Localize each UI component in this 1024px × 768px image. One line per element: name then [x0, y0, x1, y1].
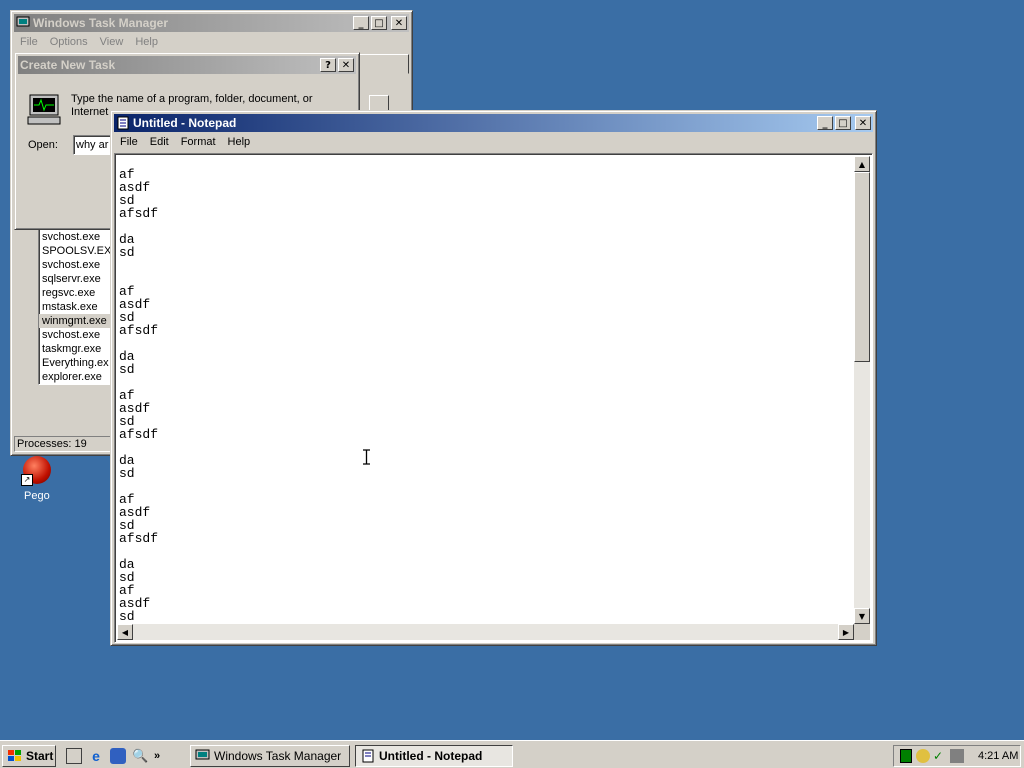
task-manager-taskbar-icon — [195, 749, 211, 763]
search-icon[interactable]: 🔍 — [132, 748, 148, 764]
close-button[interactable]: ✕ — [391, 16, 407, 30]
task-manager-icon — [16, 16, 30, 30]
menu-help[interactable]: Help — [222, 136, 257, 148]
list-item[interactable]: svchost.exe — [39, 258, 112, 272]
taskbar-button-task-manager[interactable]: Windows Task Manager — [190, 745, 350, 767]
process-count: Processes: 19 — [17, 438, 87, 450]
start-label: Start — [26, 749, 54, 763]
outlook-icon[interactable] — [110, 748, 126, 764]
volume-icon[interactable] — [950, 749, 964, 763]
notepad-close-button[interactable]: ✕ — [855, 116, 871, 130]
list-item[interactable]: explorer.exe — [39, 370, 112, 384]
notepad-title: Untitled - Notepad — [133, 116, 237, 130]
open-label: Open: — [28, 139, 58, 151]
list-item[interactable]: svchost.exe — [39, 230, 112, 244]
taskbar-button-label: Windows Task Manager — [214, 749, 342, 763]
task-manager-title: Windows Task Manager — [33, 16, 169, 30]
horizontal-scrollbar[interactable]: ◀ ▶ — [117, 624, 854, 640]
scroll-up-button[interactable]: ▲ — [854, 156, 870, 172]
task-manager-titlebar[interactable]: Windows Task Manager _ □ ✕ — [14, 14, 409, 32]
desktop-icon-pego[interactable]: ↗ Pego — [14, 454, 60, 504]
open-input-value: why ar — [76, 139, 109, 151]
list-item[interactable]: Everything.ex — [39, 356, 112, 370]
scroll-left-button[interactable]: ◀ — [117, 624, 133, 640]
create-task-titlebar[interactable]: Create New Task ? ✕ — [18, 56, 356, 74]
process-list[interactable]: svchost.exe SPOOLSV.EXE svchost.exe sqls… — [38, 227, 119, 385]
help-button[interactable]: ? — [320, 58, 336, 72]
list-item[interactable]: taskmgr.exe — [39, 342, 112, 356]
desktop-icon-label: Pego — [24, 490, 50, 502]
create-task-title: Create New Task — [20, 58, 116, 72]
windows-logo-icon — [7, 749, 23, 763]
menu-view[interactable]: View — [94, 36, 130, 48]
chevron-more-icon[interactable]: » — [154, 750, 160, 762]
shortcut-arrow-icon: ↗ — [21, 474, 33, 486]
notepad-minimize-button[interactable]: _ — [817, 116, 833, 130]
taskbar: Start e 🔍 » Windows Task Manager Untitle… — [0, 740, 1024, 768]
status-bar: Processes: 19 — [14, 436, 114, 452]
column-header-fragment — [369, 95, 389, 111]
quick-launch: e 🔍 » — [66, 746, 160, 766]
vertical-scrollbar[interactable]: ▲ ▼ — [854, 156, 870, 624]
list-item[interactable]: SPOOLSV.EXE — [39, 244, 119, 258]
notepad-icon — [116, 116, 130, 130]
taskbar-button-notepad[interactable]: Untitled - Notepad — [355, 745, 513, 767]
start-button[interactable]: Start — [2, 745, 56, 767]
scroll-right-button[interactable]: ▶ — [838, 624, 854, 640]
list-item[interactable]: sqlservr.exe — [39, 272, 112, 286]
scroll-thumb[interactable] — [854, 172, 870, 362]
minimize-button[interactable]: _ — [353, 16, 369, 30]
internet-explorer-icon[interactable]: e — [88, 748, 104, 764]
run-icon — [27, 93, 61, 130]
text-cursor-icon — [362, 449, 371, 468]
cpu-meter-icon[interactable] — [900, 749, 912, 763]
notepad-edit-area[interactable]: af asdf sd afsdf da sd af asdf sd afsdf … — [114, 153, 873, 643]
tab-fragment — [359, 54, 409, 74]
notepad-menubar: File Edit Format Help — [114, 133, 873, 151]
notepad-text[interactable]: af asdf sd afsdf da sd af asdf sd afsdf … — [119, 168, 158, 623]
show-desktop-icon[interactable] — [66, 748, 82, 764]
notepad-maximize-button[interactable]: □ — [835, 116, 851, 130]
network-icon[interactable] — [916, 749, 930, 763]
notepad-titlebar[interactable]: Untitled - Notepad _ □ ✕ — [114, 114, 873, 132]
maximize-button[interactable]: □ — [371, 16, 387, 30]
dialog-close-button[interactable]: ✕ — [338, 58, 354, 72]
list-item[interactable]: regsvc.exe — [39, 286, 112, 300]
menu-file[interactable]: File — [14, 36, 44, 48]
menu-help[interactable]: Help — [129, 36, 164, 48]
size-grip[interactable] — [854, 624, 870, 640]
notepad-window[interactable]: Untitled - Notepad _ □ ✕ File Edit Forma… — [110, 110, 877, 646]
tray-app-icon[interactable]: ✓ — [933, 749, 947, 763]
list-item[interactable]: mstask.exe — [39, 300, 112, 314]
description-line-1: Type the name of a program, folder, docu… — [71, 93, 313, 105]
notepad-taskbar-icon — [360, 749, 376, 763]
clock: 4:21 AM — [978, 750, 1019, 762]
menu-options[interactable]: Options — [44, 36, 94, 48]
system-tray: ✓ 4:21 AM — [893, 745, 1021, 767]
scroll-down-button[interactable]: ▼ — [854, 608, 870, 624]
taskbar-button-label: Untitled - Notepad — [379, 749, 483, 763]
menu-edit[interactable]: Edit — [144, 136, 175, 148]
menu-format[interactable]: Format — [175, 136, 222, 148]
menu-file[interactable]: File — [114, 136, 144, 148]
list-item[interactable]: winmgmt.exe — [39, 314, 112, 328]
task-manager-menubar: File Options View Help — [14, 33, 409, 51]
list-item[interactable]: svchost.exe — [39, 328, 112, 342]
